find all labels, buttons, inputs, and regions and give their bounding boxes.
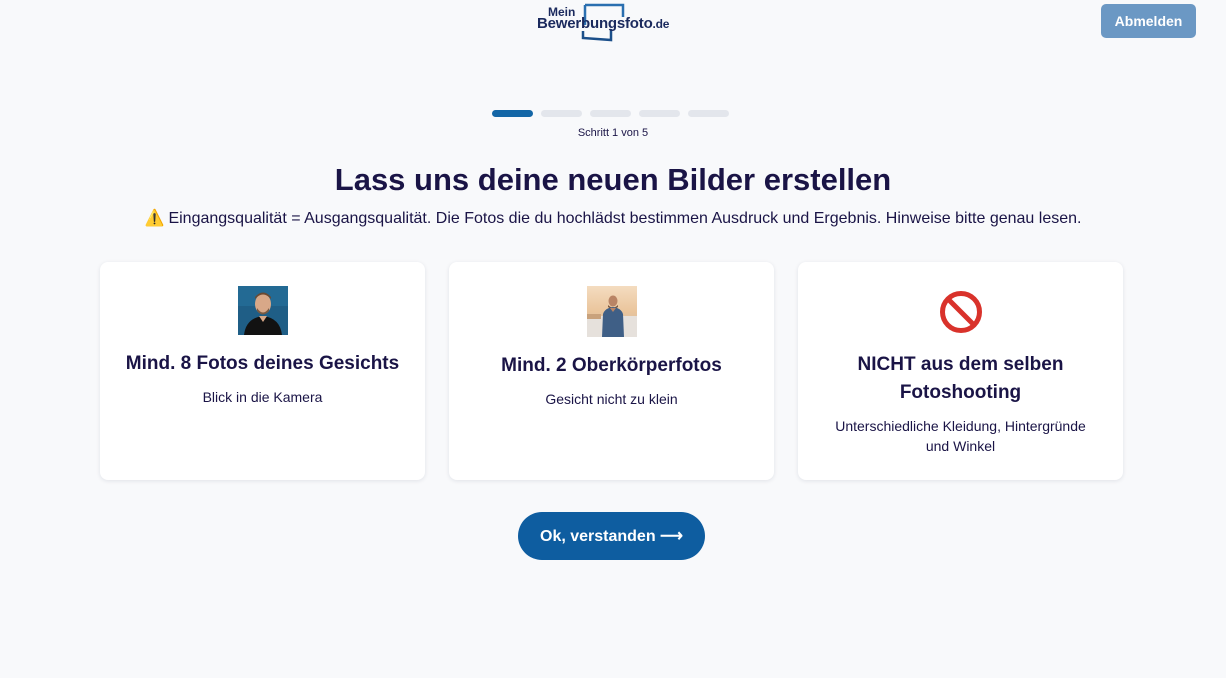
card-title: Mind. 2 Oberkörperfotos <box>501 355 722 376</box>
card-title: NICHT aus dem selben Fotoshooting <box>857 354 1064 403</box>
card-title: Mind. 8 Fotos deines Gesichts <box>125 353 400 374</box>
face-photo-icon <box>237 286 288 335</box>
step-indicator-2 <box>541 110 582 117</box>
logo-wordmark: Bewerbungsfoto.de <box>537 15 669 32</box>
ok-understood-button[interactable]: Ok, verstanden ⟶ <box>518 512 705 560</box>
logo-tld: .de <box>652 17 670 31</box>
card-subtitle: Blick in die Kamera <box>202 389 323 405</box>
step-indicator-1 <box>492 110 533 117</box>
step-indicator-3 <box>590 110 631 117</box>
warning-text: Eingangsqualität = Ausgangsqualität. Die… <box>168 210 1082 227</box>
quality-warning: ⚠️ Eingangsqualität = Ausgangsqualität. D… <box>0 208 1226 228</box>
card-not-same-shoot: NICHT aus dem selben Fotoshooting Unters… <box>798 262 1123 480</box>
step-indicator-5 <box>688 110 729 117</box>
card-subtitle: Unterschiedliche Kleidung, Hintergründe … <box>835 418 1086 454</box>
step-indicator-4 <box>639 110 680 117</box>
brand-logo[interactable]: Mein Bewerbungsfoto.de <box>537 3 689 43</box>
step-label: Schritt 1 von 5 <box>577 127 649 139</box>
prohibited-icon <box>939 291 982 333</box>
warning-icon: ⚠️ <box>144 210 165 227</box>
logo-main: Bewerbungsfoto <box>537 15 653 32</box>
upper-body-photo-icon <box>586 286 637 337</box>
card-subtitle: Gesicht nicht zu klein <box>545 391 678 407</box>
step-progress <box>492 110 729 117</box>
page-title: Lass uns deine neuen Bilder erstellen <box>334 162 892 197</box>
card-face-photos: Mind. 8 Fotos deines Gesichts Blick in d… <box>100 262 425 480</box>
card-upper-body-photos: Mind. 2 Oberkörperfotos Gesicht nicht zu… <box>449 262 774 480</box>
logout-button[interactable]: Abmelden <box>1101 4 1196 38</box>
